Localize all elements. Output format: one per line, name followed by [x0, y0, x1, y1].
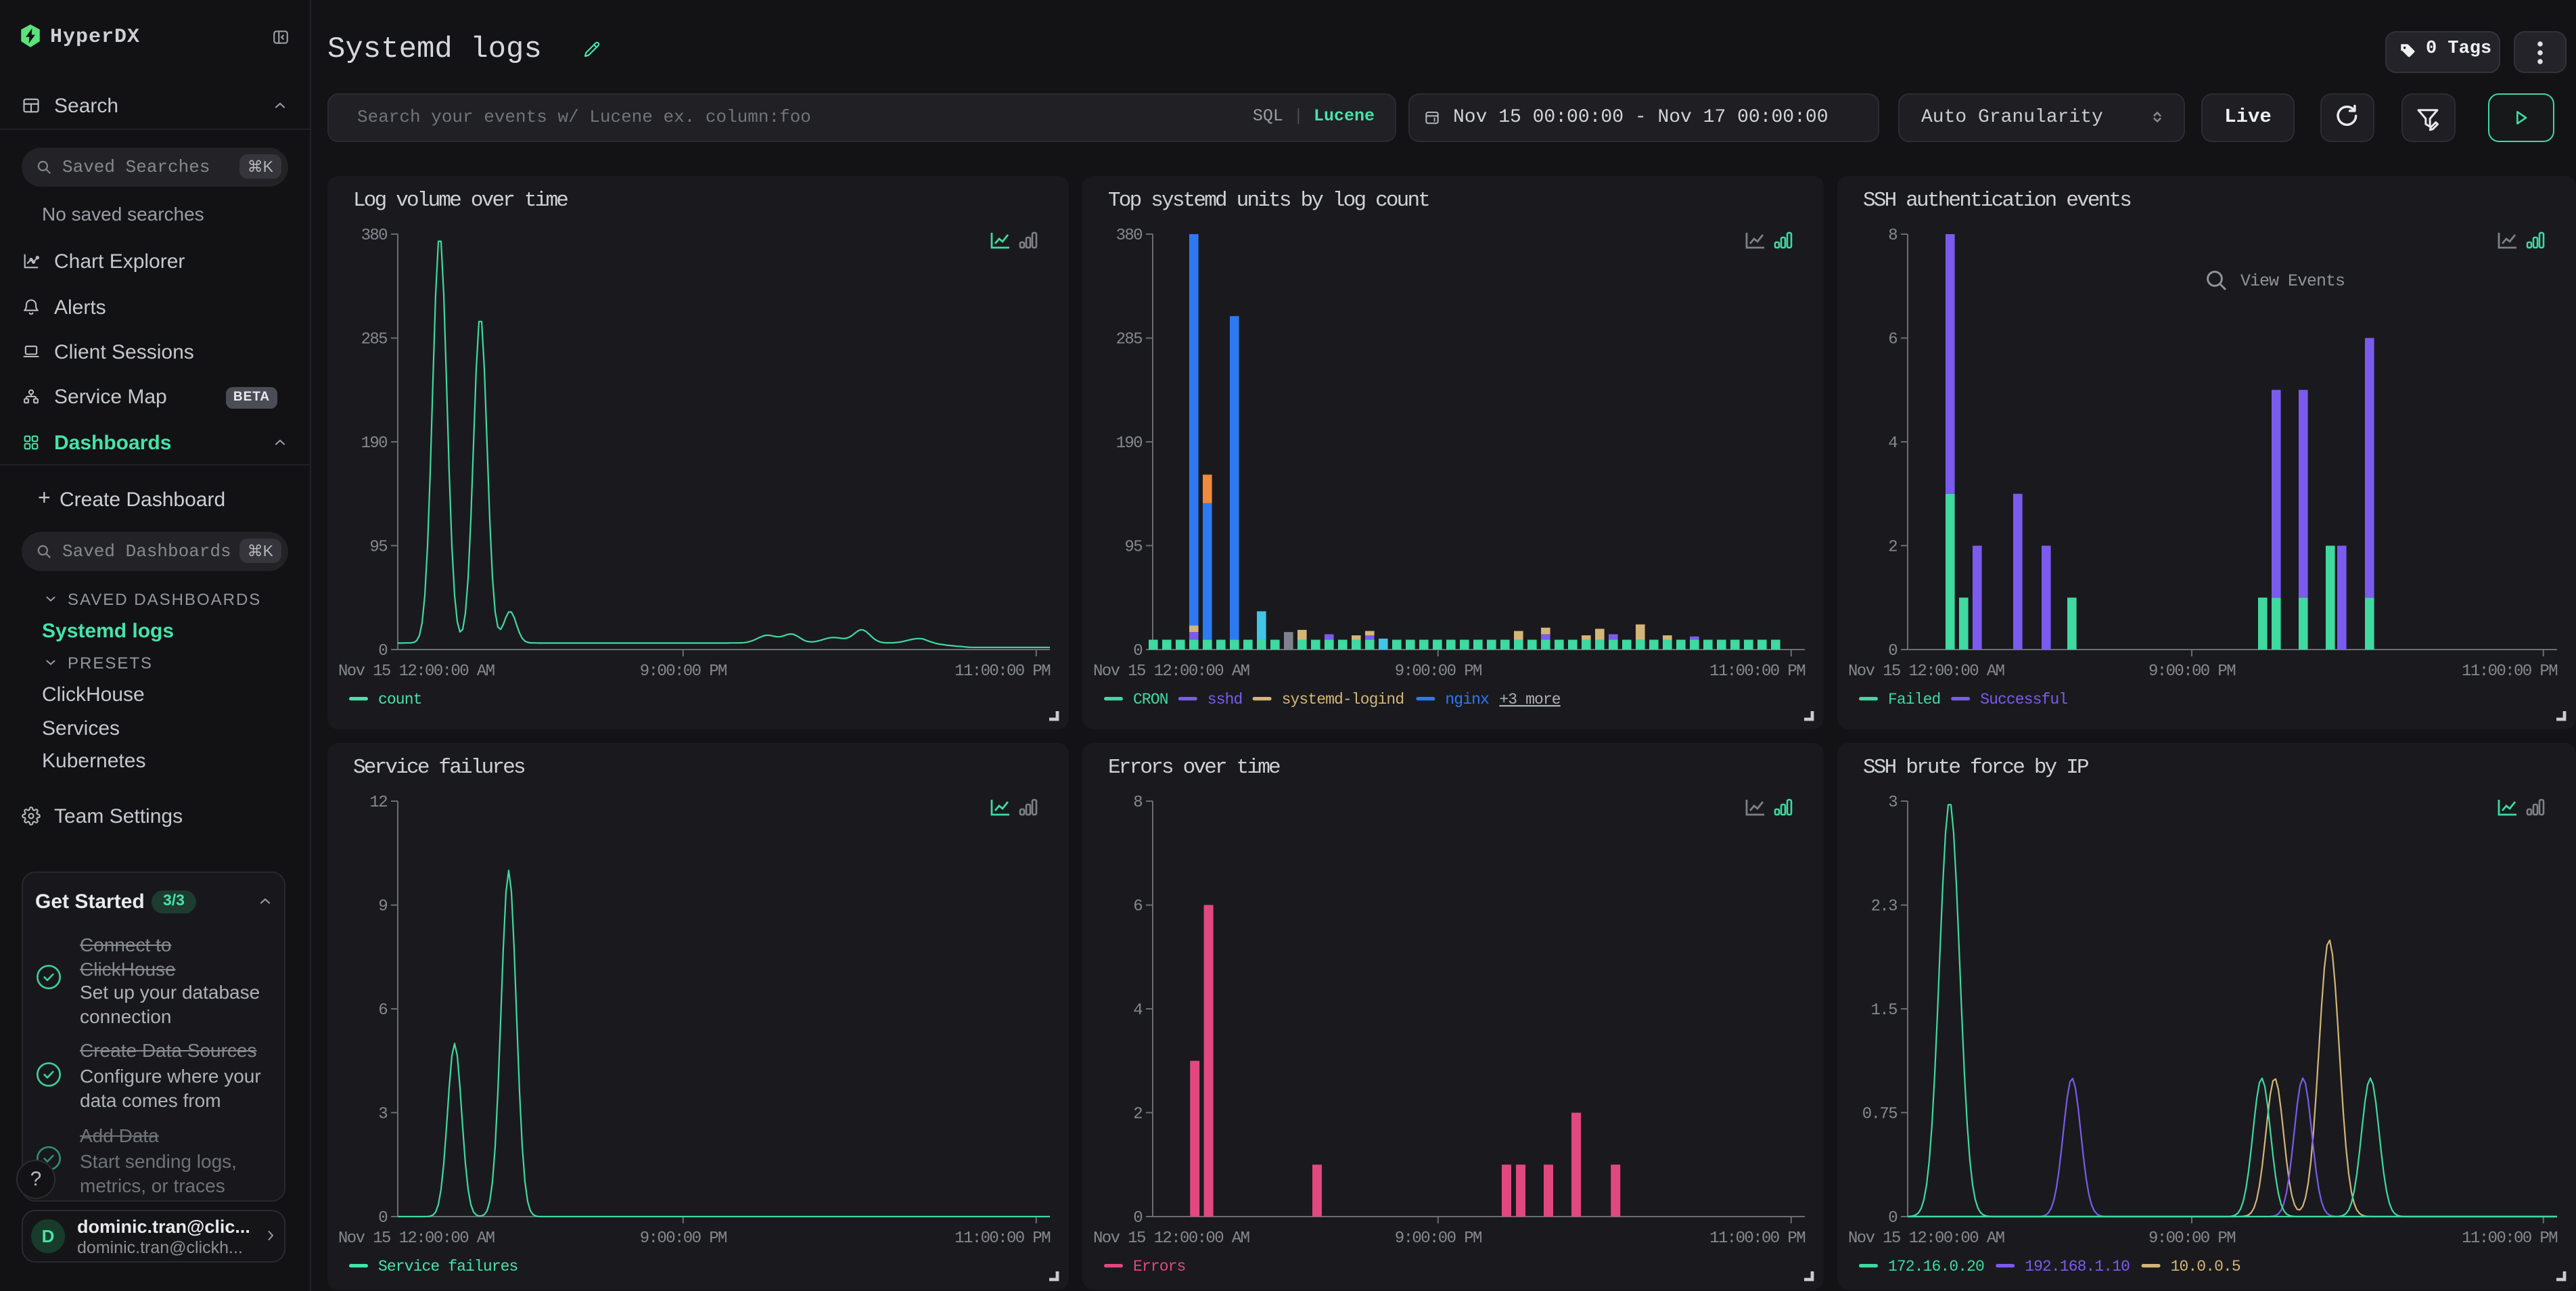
- svg-text:systemd-logind: systemd-logind: [1282, 691, 1404, 708]
- svg-text:0.75: 0.75: [1862, 1105, 1897, 1123]
- svg-text:+3 more: +3 more: [1499, 691, 1560, 708]
- svg-text:9:00:00 PM: 9:00:00 PM: [2148, 662, 2235, 681]
- svg-text:6: 6: [378, 1001, 387, 1020]
- svg-text:11:00:00 PM: 11:00:00 PM: [1709, 662, 1805, 681]
- svg-text:0: 0: [1888, 642, 1897, 660]
- svg-text:380: 380: [1116, 227, 1143, 245]
- svg-text:Nov 15 12:00:00 AM: Nov 15 12:00:00 AM: [1848, 1229, 2004, 1248]
- svg-text:Errors: Errors: [1133, 1258, 1185, 1275]
- svg-text:CRON: CRON: [1133, 691, 1168, 708]
- svg-text:View Events: View Events: [2240, 271, 2345, 291]
- svg-text:8: 8: [1133, 794, 1142, 812]
- svg-text:9:00:00 PM: 9:00:00 PM: [2148, 1229, 2235, 1248]
- svg-text:9: 9: [378, 898, 387, 916]
- svg-text:6: 6: [1133, 898, 1142, 916]
- svg-text:11:00:00 PM: 11:00:00 PM: [2462, 662, 2557, 681]
- svg-text:3: 3: [378, 1105, 387, 1123]
- svg-text:0: 0: [378, 1209, 387, 1227]
- svg-text:0: 0: [1888, 1209, 1897, 1227]
- svg-text:9:00:00 PM: 9:00:00 PM: [640, 662, 727, 681]
- svg-text:11:00:00 PM: 11:00:00 PM: [1709, 1229, 1805, 1248]
- svg-text:2.3: 2.3: [1871, 898, 1898, 916]
- svg-text:6: 6: [1888, 331, 1897, 349]
- svg-text:nginx: nginx: [1445, 691, 1489, 708]
- svg-text:95: 95: [1124, 538, 1142, 556]
- svg-text:0: 0: [1133, 642, 1142, 660]
- svg-text:11:00:00 PM: 11:00:00 PM: [954, 1229, 1050, 1248]
- svg-text:9:00:00 PM: 9:00:00 PM: [640, 1229, 727, 1248]
- svg-text:3: 3: [1888, 794, 1897, 812]
- svg-text:95: 95: [369, 538, 387, 556]
- svg-text:Nov 15 12:00:00 AM: Nov 15 12:00:00 AM: [338, 662, 495, 681]
- svg-text:285: 285: [361, 331, 388, 349]
- svg-text:Nov 15 12:00:00 AM: Nov 15 12:00:00 AM: [1093, 662, 1249, 681]
- svg-text:12: 12: [369, 794, 387, 812]
- svg-text:Failed: Failed: [1888, 691, 1940, 708]
- svg-text:Nov 15 12:00:00 AM: Nov 15 12:00:00 AM: [1848, 662, 2004, 681]
- svg-text:11:00:00 PM: 11:00:00 PM: [2462, 1229, 2557, 1248]
- svg-text:190: 190: [361, 434, 388, 453]
- svg-text:285: 285: [1116, 331, 1143, 349]
- svg-text:Nov 15 12:00:00 AM: Nov 15 12:00:00 AM: [338, 1229, 495, 1248]
- svg-text:4: 4: [1888, 434, 1898, 453]
- svg-text:9:00:00 PM: 9:00:00 PM: [1395, 662, 1481, 681]
- svg-text:Service failures: Service failures: [378, 1258, 518, 1275]
- svg-text:11:00:00 PM: 11:00:00 PM: [954, 662, 1050, 681]
- svg-text:2: 2: [1133, 1105, 1142, 1123]
- svg-text:380: 380: [361, 227, 388, 245]
- svg-text:0: 0: [1133, 1209, 1142, 1227]
- svg-text:4: 4: [1133, 1001, 1143, 1020]
- svg-text:sshd: sshd: [1208, 691, 1243, 708]
- svg-text:190: 190: [1116, 434, 1143, 453]
- svg-text:10.0.0.5: 10.0.0.5: [2171, 1258, 2240, 1275]
- svg-text:8: 8: [1888, 227, 1897, 245]
- svg-text:count: count: [378, 691, 422, 708]
- svg-text:Nov 15 12:00:00 AM: Nov 15 12:00:00 AM: [1093, 1229, 1249, 1248]
- svg-text:1.5: 1.5: [1871, 1001, 1898, 1020]
- svg-text:172.16.0.20: 172.16.0.20: [1888, 1258, 1984, 1275]
- svg-text:192.168.1.10: 192.168.1.10: [2025, 1258, 2130, 1275]
- svg-text:Successful: Successful: [1980, 691, 2067, 708]
- svg-text:0: 0: [378, 642, 387, 660]
- svg-text:9:00:00 PM: 9:00:00 PM: [1395, 1229, 1481, 1248]
- svg-text:2: 2: [1888, 538, 1897, 556]
